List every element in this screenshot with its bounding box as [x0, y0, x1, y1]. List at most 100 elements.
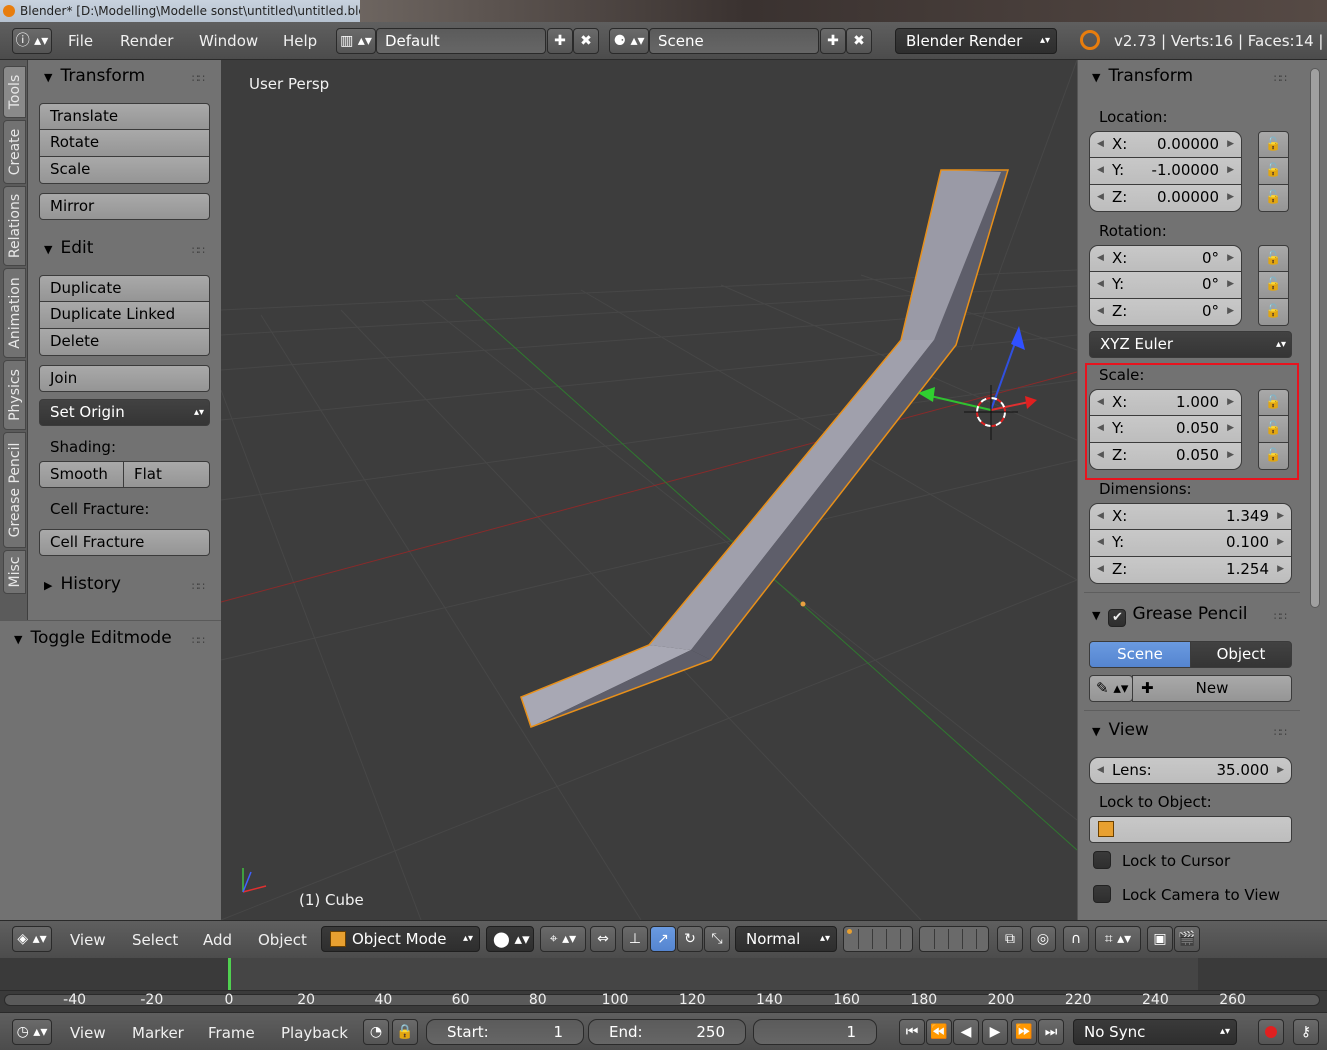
increment-arrow-icon[interactable]: ▶	[1227, 246, 1234, 271]
menu-add[interactable]: Add	[203, 931, 232, 949]
add-layout-plus-icon[interactable]: ✚	[547, 28, 573, 54]
scale-manipulator-icon[interactable]: ⤡	[704, 926, 730, 952]
duplicate-linked-button[interactable]: Duplicate Linked	[39, 302, 210, 329]
drag-handle-icon[interactable]: ∷∷	[1274, 610, 1287, 623]
lock-rotation-x-icon[interactable]: 🔓	[1258, 245, 1289, 272]
auto-keyframe-record-icon[interactable]	[1258, 1019, 1284, 1045]
jump-to-start-icon[interactable]: ⏮	[899, 1019, 925, 1045]
location-x-field[interactable]: ◀ X: 0.00000 ▶	[1089, 131, 1242, 158]
edit-panel-header[interactable]: ▼ Edit	[44, 238, 93, 258]
lens-field[interactable]: ◀ Lens: 35.000 ▶	[1089, 757, 1292, 784]
timeline-scrollbar[interactable]	[4, 994, 1320, 1006]
screen-layout-field[interactable]: Default	[376, 28, 546, 54]
transform-orientation-dropdown[interactable]: Normal ▴▾	[735, 926, 837, 952]
smooth-button[interactable]: Smooth	[39, 461, 124, 488]
set-origin-dropdown[interactable]: Set Origin ▴▾	[39, 399, 210, 426]
object-origin-point[interactable]	[800, 601, 806, 607]
decrement-arrow-icon[interactable]: ◀	[1097, 185, 1104, 210]
mirror-button[interactable]: Mirror	[39, 193, 210, 220]
menu-view[interactable]: View	[70, 931, 106, 949]
snap-element-dropdown[interactable]: ⌗ ▴▾	[1095, 926, 1141, 952]
increment-arrow-icon[interactable]: ▶	[1277, 758, 1284, 783]
delete-layout-close-icon[interactable]: ✖	[573, 28, 599, 54]
menu-help[interactable]: Help	[283, 32, 317, 50]
rotate-button[interactable]: Rotate	[39, 130, 210, 157]
dimensions-z-field[interactable]: ◀ Z: 1.254 ▶	[1089, 557, 1292, 584]
dimensions-x-field[interactable]: ◀ X: 1.349 ▶	[1089, 503, 1292, 530]
decrement-arrow-icon[interactable]: ◀	[1097, 443, 1104, 468]
increment-arrow-icon[interactable]: ▶	[1227, 272, 1234, 297]
props-transform-header[interactable]: ▼ Transform	[1092, 66, 1193, 86]
tab-relations[interactable]: Relations	[3, 186, 26, 266]
jump-to-previous-keyframe-icon[interactable]: ⏪	[926, 1019, 952, 1045]
tab-grease-pencil[interactable]: Grease Pencil	[3, 432, 26, 548]
3d-viewport[interactable]: User Persp (1) Cube	[221, 60, 1077, 920]
menu-playback[interactable]: Playback	[281, 1024, 348, 1042]
decrement-arrow-icon[interactable]: ◀	[1097, 132, 1104, 157]
pivot-point-dropdown[interactable]: ⌖ ▴▾	[540, 926, 586, 952]
render-engine-dropdown[interactable]: Blender Render ▴▾	[895, 28, 1057, 54]
menu-object[interactable]: Object	[258, 931, 307, 949]
scrollbar-thumb[interactable]	[1310, 68, 1320, 608]
toggle-editmode-header[interactable]: ▼ Toggle Editmode	[14, 628, 172, 648]
translate-manipulator-icon[interactable]: ↗	[650, 926, 676, 952]
drag-handle-icon[interactable]: ∷∷	[192, 634, 205, 647]
decrement-arrow-icon[interactable]: ◀	[1097, 246, 1104, 271]
lock-scale-x-icon[interactable]: 🔓	[1258, 389, 1289, 416]
delete-scene-close-icon[interactable]: ✖	[846, 28, 872, 54]
lock-to-object-field[interactable]	[1089, 816, 1292, 843]
menu-marker[interactable]: Marker	[132, 1024, 184, 1042]
join-button[interactable]: Join	[39, 365, 210, 392]
lock-location-y-icon[interactable]: 🔓	[1258, 158, 1289, 185]
lock-rotation-y-icon[interactable]: 🔓	[1258, 272, 1289, 299]
increment-arrow-icon[interactable]: ▶	[1227, 390, 1234, 415]
decrement-arrow-icon[interactable]: ◀	[1097, 758, 1104, 783]
sync-mode-dropdown[interactable]: No Sync ▴▾	[1073, 1019, 1237, 1045]
tab-tools[interactable]: Tools	[3, 66, 26, 118]
lock-time-cursor-icon[interactable]: 🔒	[392, 1019, 418, 1045]
opengl-render-image-icon[interactable]: ▣	[1147, 926, 1173, 952]
grease-pencil-selector[interactable]: ✎ ▴▾	[1089, 675, 1133, 702]
scene-selector[interactable]: ⚈ ▴▾	[609, 28, 649, 54]
manipulator-center-icon[interactable]: ⇔	[590, 926, 616, 952]
view-panel-header[interactable]: ▼ View	[1092, 720, 1149, 740]
history-panel-header[interactable]: ▶ History	[44, 574, 121, 594]
editor-type-timeline-button[interactable]: ◷ ▴▾	[12, 1019, 52, 1045]
flat-button[interactable]: Flat	[123, 461, 210, 488]
scale-z-field[interactable]: ◀ Z: 0.050 ▶	[1089, 443, 1242, 470]
drag-handle-icon[interactable]: ∷∷	[192, 72, 205, 85]
increment-arrow-icon[interactable]: ▶	[1227, 299, 1234, 324]
decrement-arrow-icon[interactable]: ◀	[1097, 530, 1104, 555]
selected-cube-object[interactable]	[520, 169, 1010, 728]
current-frame-cursor[interactable]	[228, 958, 231, 990]
location-y-field[interactable]: ◀ Y: -1.00000 ▶	[1089, 158, 1242, 185]
drag-handle-icon[interactable]: ∷∷	[1274, 726, 1287, 739]
lock-location-x-icon[interactable]: 🔓	[1258, 131, 1289, 158]
drag-handle-icon[interactable]: ∷∷	[192, 580, 205, 593]
transform-panel-header[interactable]: ▼ Transform	[44, 66, 145, 86]
editor-type-3d-view-button[interactable]: ◈ ▴▾	[12, 926, 52, 952]
screen-layout-selector[interactable]: ▥ ▴▾	[336, 28, 376, 54]
decrement-arrow-icon[interactable]: ◀	[1097, 504, 1104, 529]
decrement-arrow-icon[interactable]: ◀	[1097, 390, 1104, 415]
play-reverse-icon[interactable]: ◀	[953, 1019, 979, 1045]
snap-toggle-icon[interactable]: ∩	[1063, 926, 1089, 952]
increment-arrow-icon[interactable]: ▶	[1277, 557, 1284, 582]
menu-render[interactable]: Render	[120, 32, 173, 50]
rotation-x-field[interactable]: ◀ X: 0° ▶	[1089, 245, 1242, 272]
properties-scrollbar[interactable]	[1305, 60, 1327, 920]
layers-group-1[interactable]	[843, 926, 913, 952]
interaction-mode-dropdown[interactable]: Object Mode ▴▾	[321, 926, 480, 952]
cell-fracture-button[interactable]: Cell Fracture	[39, 529, 210, 556]
menu-frame[interactable]: Frame	[208, 1024, 255, 1042]
decrement-arrow-icon[interactable]: ◀	[1097, 416, 1104, 441]
manipulator-toggle-icon[interactable]: ⊥	[622, 926, 648, 952]
3d-cursor[interactable]	[964, 385, 1018, 440]
duplicate-button[interactable]: Duplicate	[39, 275, 210, 302]
keying-set-icon[interactable]: ⚷	[1293, 1019, 1319, 1045]
decrement-arrow-icon[interactable]: ◀	[1097, 272, 1104, 297]
menu-select[interactable]: Select	[132, 931, 178, 949]
lock-scale-z-icon[interactable]: 🔓	[1258, 443, 1289, 470]
grease-pencil-checkbox[interactable]: ✔	[1108, 609, 1127, 627]
location-z-field[interactable]: ◀ Z: 0.00000 ▶	[1089, 185, 1242, 212]
